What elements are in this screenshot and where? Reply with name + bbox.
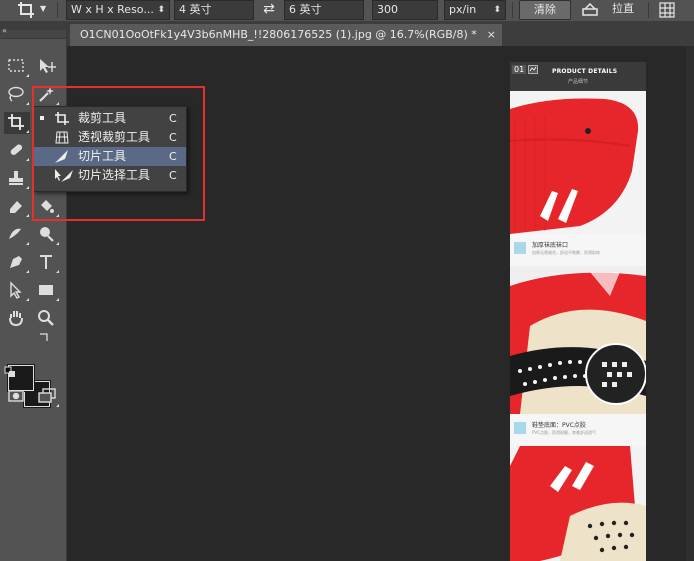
- hand-icon[interactable]: [4, 308, 30, 330]
- resolution-value: 300: [377, 3, 398, 16]
- healing-brush-icon[interactable]: [4, 140, 30, 162]
- annotation-highlight-box: [32, 86, 205, 221]
- sock-photo-1: [510, 91, 646, 234]
- document-tab[interactable]: O1CN01OoOtFk1y4V3b6nMHB_!!2806176525 (1)…: [70, 24, 502, 46]
- feature-text: PVC点胶，防滑耐磨，穿着舒适透气: [532, 430, 596, 435]
- panel-grip[interactable]: «: [0, 26, 66, 39]
- unit-select[interactable]: px/in ⬍: [444, 0, 506, 20]
- height-field[interactable]: 6 英寸: [284, 0, 364, 20]
- path-selection-icon[interactable]: [4, 280, 30, 302]
- move-icon[interactable]: [34, 56, 60, 78]
- clone-stamp-icon[interactable]: [4, 168, 30, 190]
- sock-photo-3: [510, 446, 646, 561]
- quick-mask-icon[interactable]: [4, 386, 30, 408]
- document-tab-bar: O1CN01OoOtFk1y4V3b6nMHB_!!2806176525 (1)…: [0, 21, 694, 47]
- updown-icon: ⬍: [157, 5, 165, 15]
- canvas-header-subtitle: 产品细节: [568, 79, 589, 85]
- sock-photo-2: [510, 266, 646, 414]
- separator: [512, 2, 513, 18]
- resolution-field[interactable]: 300: [372, 0, 438, 20]
- updown-icon: ⬍: [493, 5, 501, 15]
- crop-icon: [18, 2, 34, 18]
- chevron-down-icon: ▼: [40, 4, 47, 13]
- type-icon[interactable]: [34, 252, 60, 274]
- straighten-button[interactable]: 拉直: [580, 0, 640, 20]
- tool-preset-picker[interactable]: ▼: [4, 0, 48, 20]
- grid-glyph: [659, 2, 675, 18]
- pen-icon[interactable]: [4, 252, 30, 274]
- separator: [57, 2, 58, 18]
- grid-icon[interactable]: [656, 0, 678, 20]
- screen-mode-icon[interactable]: [34, 386, 60, 408]
- rectangle-icon[interactable]: [34, 280, 60, 302]
- lasso-icon[interactable]: [4, 84, 30, 106]
- feature-band-2: 鞋垫底面：PVC点胶 PVC点胶，防滑耐磨，穿着舒适透气: [510, 414, 646, 446]
- slice-badge-icon: [528, 65, 538, 74]
- feature-title: 鞋垫底面：PVC点胶: [532, 422, 586, 429]
- swap-colors-icon[interactable]: [38, 332, 52, 346]
- document-tab-title: O1CN01OoOtFk1y4V3b6nMHB_!!2806176525 (1)…: [80, 28, 477, 41]
- crop-tool[interactable]: [4, 112, 30, 134]
- slice-number-badge: 01: [512, 65, 527, 74]
- marquee-icon[interactable]: [4, 56, 30, 78]
- document-canvas-image[interactable]: 01 PRODUCT DETAILS 产品细节 加厚袜底袜口 加厚无骨缝合，舒适…: [510, 62, 646, 561]
- feature-band-1: 加厚袜底袜口 加厚无骨缝合，舒适不勒脚，防滑耐穿: [510, 234, 646, 266]
- feature-text: 加厚无骨缝合，舒适不勒脚，防滑耐穿: [532, 250, 600, 255]
- feature-marker: [514, 242, 526, 254]
- close-icon[interactable]: ×: [487, 24, 496, 46]
- clear-button[interactable]: 清除: [519, 0, 571, 20]
- zoom-icon[interactable]: [34, 308, 60, 330]
- swap-icon[interactable]: ⇄: [258, 0, 280, 20]
- feature-marker: [514, 422, 526, 434]
- ratio-select[interactable]: W x H x Reso... ⬍: [66, 0, 170, 20]
- straighten-label: 拉直: [612, 2, 634, 15]
- width-value: 4 英寸: [179, 3, 212, 16]
- collapse-icon[interactable]: «: [2, 26, 7, 35]
- options-bar: ▼ W x H x Reso... ⬍ 4 英寸 ⇄ 6 英寸 300 px/i…: [0, 0, 694, 22]
- height-value: 6 英寸: [289, 3, 322, 16]
- default-colors-icon[interactable]: [4, 366, 18, 380]
- canvas-header-title: PRODUCT DETAILS: [552, 68, 618, 75]
- crop-icon: [8, 114, 24, 130]
- canvas-header: 01 PRODUCT DETAILS 产品细节: [510, 62, 646, 91]
- unit-select-value: px/in: [449, 3, 477, 16]
- vertical-scrollbar[interactable]: [686, 46, 694, 561]
- width-field[interactable]: 4 英寸: [174, 0, 254, 20]
- eraser-icon[interactable]: [4, 196, 30, 218]
- straighten-icon: [582, 3, 598, 16]
- separator: [648, 2, 649, 18]
- clear-label: 清除: [534, 3, 556, 16]
- ratio-select-value: W x H x Reso...: [71, 3, 154, 16]
- blur-icon[interactable]: [4, 224, 30, 246]
- feature-title: 加厚袜底袜口: [532, 242, 569, 249]
- dodge-icon[interactable]: [34, 224, 60, 246]
